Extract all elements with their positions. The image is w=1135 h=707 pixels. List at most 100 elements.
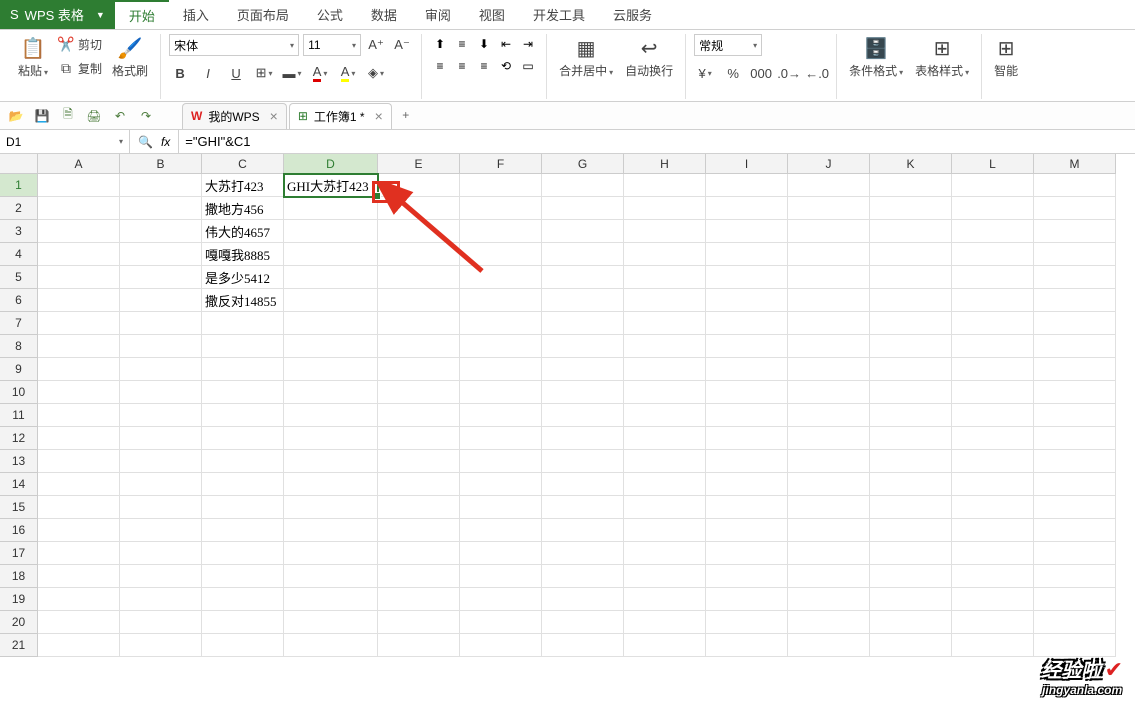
cell-D19[interactable] [284, 588, 378, 611]
cell-D2[interactable] [284, 197, 378, 220]
cell-M16[interactable] [1034, 519, 1116, 542]
row-header-1[interactable]: 1 [0, 174, 38, 197]
cell-L20[interactable] [952, 611, 1034, 634]
cell-A11[interactable] [38, 404, 120, 427]
cell-F21[interactable] [460, 634, 542, 657]
cell-H14[interactable] [624, 473, 706, 496]
cell-C6[interactable]: 撒反对14855 [202, 289, 284, 312]
select-all-corner[interactable] [0, 154, 38, 174]
comma-button[interactable]: 000 [750, 63, 772, 83]
cell-G1[interactable] [542, 174, 624, 197]
cell-G12[interactable] [542, 427, 624, 450]
align-bottom-button[interactable]: ⬇ [474, 34, 494, 54]
cell-F9[interactable] [460, 358, 542, 381]
cell-K5[interactable] [870, 266, 952, 289]
cell-K19[interactable] [870, 588, 952, 611]
underline-button[interactable]: U [225, 63, 247, 83]
cell-L14[interactable] [952, 473, 1034, 496]
col-header-C[interactable]: C [202, 154, 284, 174]
row-header-10[interactable]: 10 [0, 381, 38, 404]
cell-M20[interactable] [1034, 611, 1116, 634]
cell-I6[interactable] [706, 289, 788, 312]
cell-D4[interactable] [284, 243, 378, 266]
col-header-D[interactable]: D [284, 154, 378, 174]
cell-E10[interactable] [378, 381, 460, 404]
row-header-17[interactable]: 17 [0, 542, 38, 565]
highlight-button[interactable]: A▾ [337, 63, 359, 83]
col-header-B[interactable]: B [120, 154, 202, 174]
cell-I4[interactable] [706, 243, 788, 266]
cell-L18[interactable] [952, 565, 1034, 588]
cell-F3[interactable] [460, 220, 542, 243]
indent-increase-button[interactable]: ⇥ [518, 34, 538, 54]
cell-A4[interactable] [38, 243, 120, 266]
cell-B13[interactable] [120, 450, 202, 473]
cell-B20[interactable] [120, 611, 202, 634]
cell-C9[interactable] [202, 358, 284, 381]
cell-F18[interactable] [460, 565, 542, 588]
cell-K1[interactable] [870, 174, 952, 197]
cell-L5[interactable] [952, 266, 1034, 289]
cell-C3[interactable]: 伟大的4657 [202, 220, 284, 243]
cell-A12[interactable] [38, 427, 120, 450]
merge-split-button[interactable]: ▭ [518, 56, 538, 76]
cell-E5[interactable] [378, 266, 460, 289]
wrap-text-button[interactable]: ↩ 自动换行 [621, 34, 677, 81]
save-button[interactable]: 💾 [32, 106, 52, 126]
cell-E2[interactable] [378, 197, 460, 220]
cell-K16[interactable] [870, 519, 952, 542]
cell-I12[interactable] [706, 427, 788, 450]
cell-E6[interactable] [378, 289, 460, 312]
cell-M4[interactable] [1034, 243, 1116, 266]
decrease-font-button[interactable]: A⁻ [391, 35, 413, 55]
cell-B1[interactable] [120, 174, 202, 197]
cell-D21[interactable] [284, 634, 378, 657]
cell-E13[interactable] [378, 450, 460, 473]
formula-input[interactable]: ="GHI"&C1 [179, 130, 1135, 153]
cell-J20[interactable] [788, 611, 870, 634]
cell-I14[interactable] [706, 473, 788, 496]
cell-I2[interactable] [706, 197, 788, 220]
cell-E12[interactable] [378, 427, 460, 450]
cell-D5[interactable] [284, 266, 378, 289]
cell-J16[interactable] [788, 519, 870, 542]
cell-D9[interactable] [284, 358, 378, 381]
cell-A7[interactable] [38, 312, 120, 335]
cell-M3[interactable] [1034, 220, 1116, 243]
cell-E9[interactable] [378, 358, 460, 381]
cell-H2[interactable] [624, 197, 706, 220]
percent-button[interactable]: % [722, 63, 744, 83]
row-header-11[interactable]: 11 [0, 404, 38, 427]
cell-I17[interactable] [706, 542, 788, 565]
close-tab-icon[interactable]: × [266, 108, 278, 124]
cell-L1[interactable] [952, 174, 1034, 197]
cell-J3[interactable] [788, 220, 870, 243]
cell-G5[interactable] [542, 266, 624, 289]
cell-G11[interactable] [542, 404, 624, 427]
col-header-L[interactable]: L [952, 154, 1034, 174]
conditional-format-button[interactable]: 🗄️ 条件格式▾ [845, 34, 907, 81]
cell-J8[interactable] [788, 335, 870, 358]
cell-L3[interactable] [952, 220, 1034, 243]
cell-F2[interactable] [460, 197, 542, 220]
col-header-K[interactable]: K [870, 154, 952, 174]
cell-H12[interactable] [624, 427, 706, 450]
undo-button[interactable]: ↶ [110, 106, 130, 126]
cell-J15[interactable] [788, 496, 870, 519]
cell-M15[interactable] [1034, 496, 1116, 519]
cell-B19[interactable] [120, 588, 202, 611]
zoom-fit-icon[interactable]: 🔍 [138, 135, 153, 149]
cell-G18[interactable] [542, 565, 624, 588]
cell-L13[interactable] [952, 450, 1034, 473]
cell-D13[interactable] [284, 450, 378, 473]
cell-J18[interactable] [788, 565, 870, 588]
cell-K8[interactable] [870, 335, 952, 358]
cell-G17[interactable] [542, 542, 624, 565]
cell-J14[interactable] [788, 473, 870, 496]
currency-button[interactable]: ¥▾ [694, 63, 716, 83]
cell-C10[interactable] [202, 381, 284, 404]
row-header-15[interactable]: 15 [0, 496, 38, 519]
cell-D6[interactable] [284, 289, 378, 312]
row-header-20[interactable]: 20 [0, 611, 38, 634]
cell-I8[interactable] [706, 335, 788, 358]
